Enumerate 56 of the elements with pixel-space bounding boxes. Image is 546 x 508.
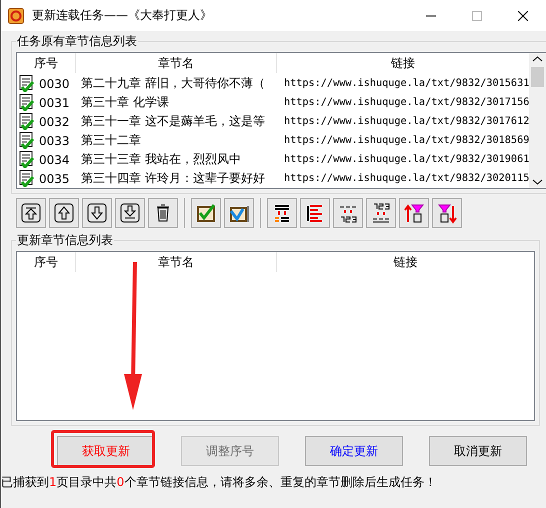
table-cell-text: 第三十四章 许玲月：这辈子要好好: [80, 170, 266, 187]
down-tool-button[interactable]: [82, 198, 112, 228]
filter-down-tool-button[interactable]: [432, 198, 462, 228]
filter-up-tool-button[interactable]: [399, 198, 429, 228]
status-message: 已捕获到1页目录中共0个章节链接信息，请将多余、重复的章节删除后生成任务！: [1, 474, 438, 491]
table-cell-text: https://www.ishuquge.la/txt/9832/3017612: [283, 116, 530, 127]
close-icon: [518, 10, 528, 20]
lines-a-tool-button[interactable]: [267, 198, 297, 228]
table-cell: 0032: [39, 114, 70, 128]
check-icon: [195, 202, 217, 224]
bottom-tool-button[interactable]: [115, 198, 145, 228]
check-tool-button[interactable]: [191, 198, 221, 228]
column-header[interactable]: 序号: [17, 252, 76, 272]
maximize-icon: [472, 10, 482, 20]
trash-tool-button[interactable]: [148, 198, 178, 228]
group-title: 更新章节信息列表: [16, 232, 114, 249]
table-cell-text: https://www.ishuquge.la/txt/9832/3019061: [283, 154, 530, 165]
table-cell: 0035: [39, 172, 70, 186]
table-cell-text: 第三十章 化学课: [80, 94, 170, 111]
table-cell-text: https://www.ishuquge.la/txt/9832/3018569: [283, 135, 530, 146]
filter-up-icon: [403, 202, 425, 224]
bottom-icon: [119, 202, 141, 224]
action-button[interactable]: 取消更新: [429, 436, 527, 466]
table-cell: 0033: [39, 134, 70, 148]
column-header[interactable]: 链接: [277, 252, 534, 272]
num-b-tool-button[interactable]: [366, 198, 396, 228]
table-cell: 0030: [39, 76, 70, 90]
num-b-icon: [370, 202, 392, 224]
table-cell: 0031: [39, 96, 70, 110]
down-icon: [86, 202, 108, 224]
up-tool-button[interactable]: [49, 198, 79, 228]
table-cell-text: 第二十九章 辞旧，大哥待你不薄（: [80, 75, 266, 92]
column-header[interactable]: 链接: [277, 53, 530, 73]
window-title: 更新连载任务——《大奉打更人》: [32, 7, 213, 24]
action-button[interactable]: 确定更新: [305, 436, 403, 466]
column-header[interactable]: 序号: [17, 53, 76, 73]
table-cell-text: 第三十二章: [80, 132, 142, 149]
group-title: 任务原有章节信息列表: [16, 33, 138, 50]
table-cell-text: 第三十三章 我站在，烈烈风中: [80, 151, 242, 168]
app-icon: [8, 8, 24, 24]
lines-b-tool-button[interactable]: [300, 198, 330, 228]
top-tool-button[interactable]: [16, 198, 46, 228]
column-header[interactable]: 章节名: [76, 252, 277, 272]
table-cell-text: https://www.ishuquge.la/txt/9832/3017156: [283, 97, 530, 108]
scroll-thumb[interactable]: [531, 67, 544, 87]
up-icon: [53, 202, 75, 224]
uncheck-tool-button[interactable]: [224, 198, 254, 228]
filter-down-icon: [436, 202, 458, 224]
top-icon: [20, 202, 42, 224]
scrollbar[interactable]: [529, 53, 546, 188]
num-a-tool-button[interactable]: [333, 198, 363, 228]
table-cell-text: 第三十一章 这不是薅羊毛，这是等: [80, 113, 266, 130]
column-header[interactable]: 章节名: [76, 53, 277, 73]
table-cell-text: https://www.ishuquge.la/txt/9832/3020115: [283, 173, 530, 184]
table-cell: 0034: [39, 152, 70, 166]
table-cell-text: https://www.ishuquge.la/txt/9832/3015631: [283, 78, 530, 89]
